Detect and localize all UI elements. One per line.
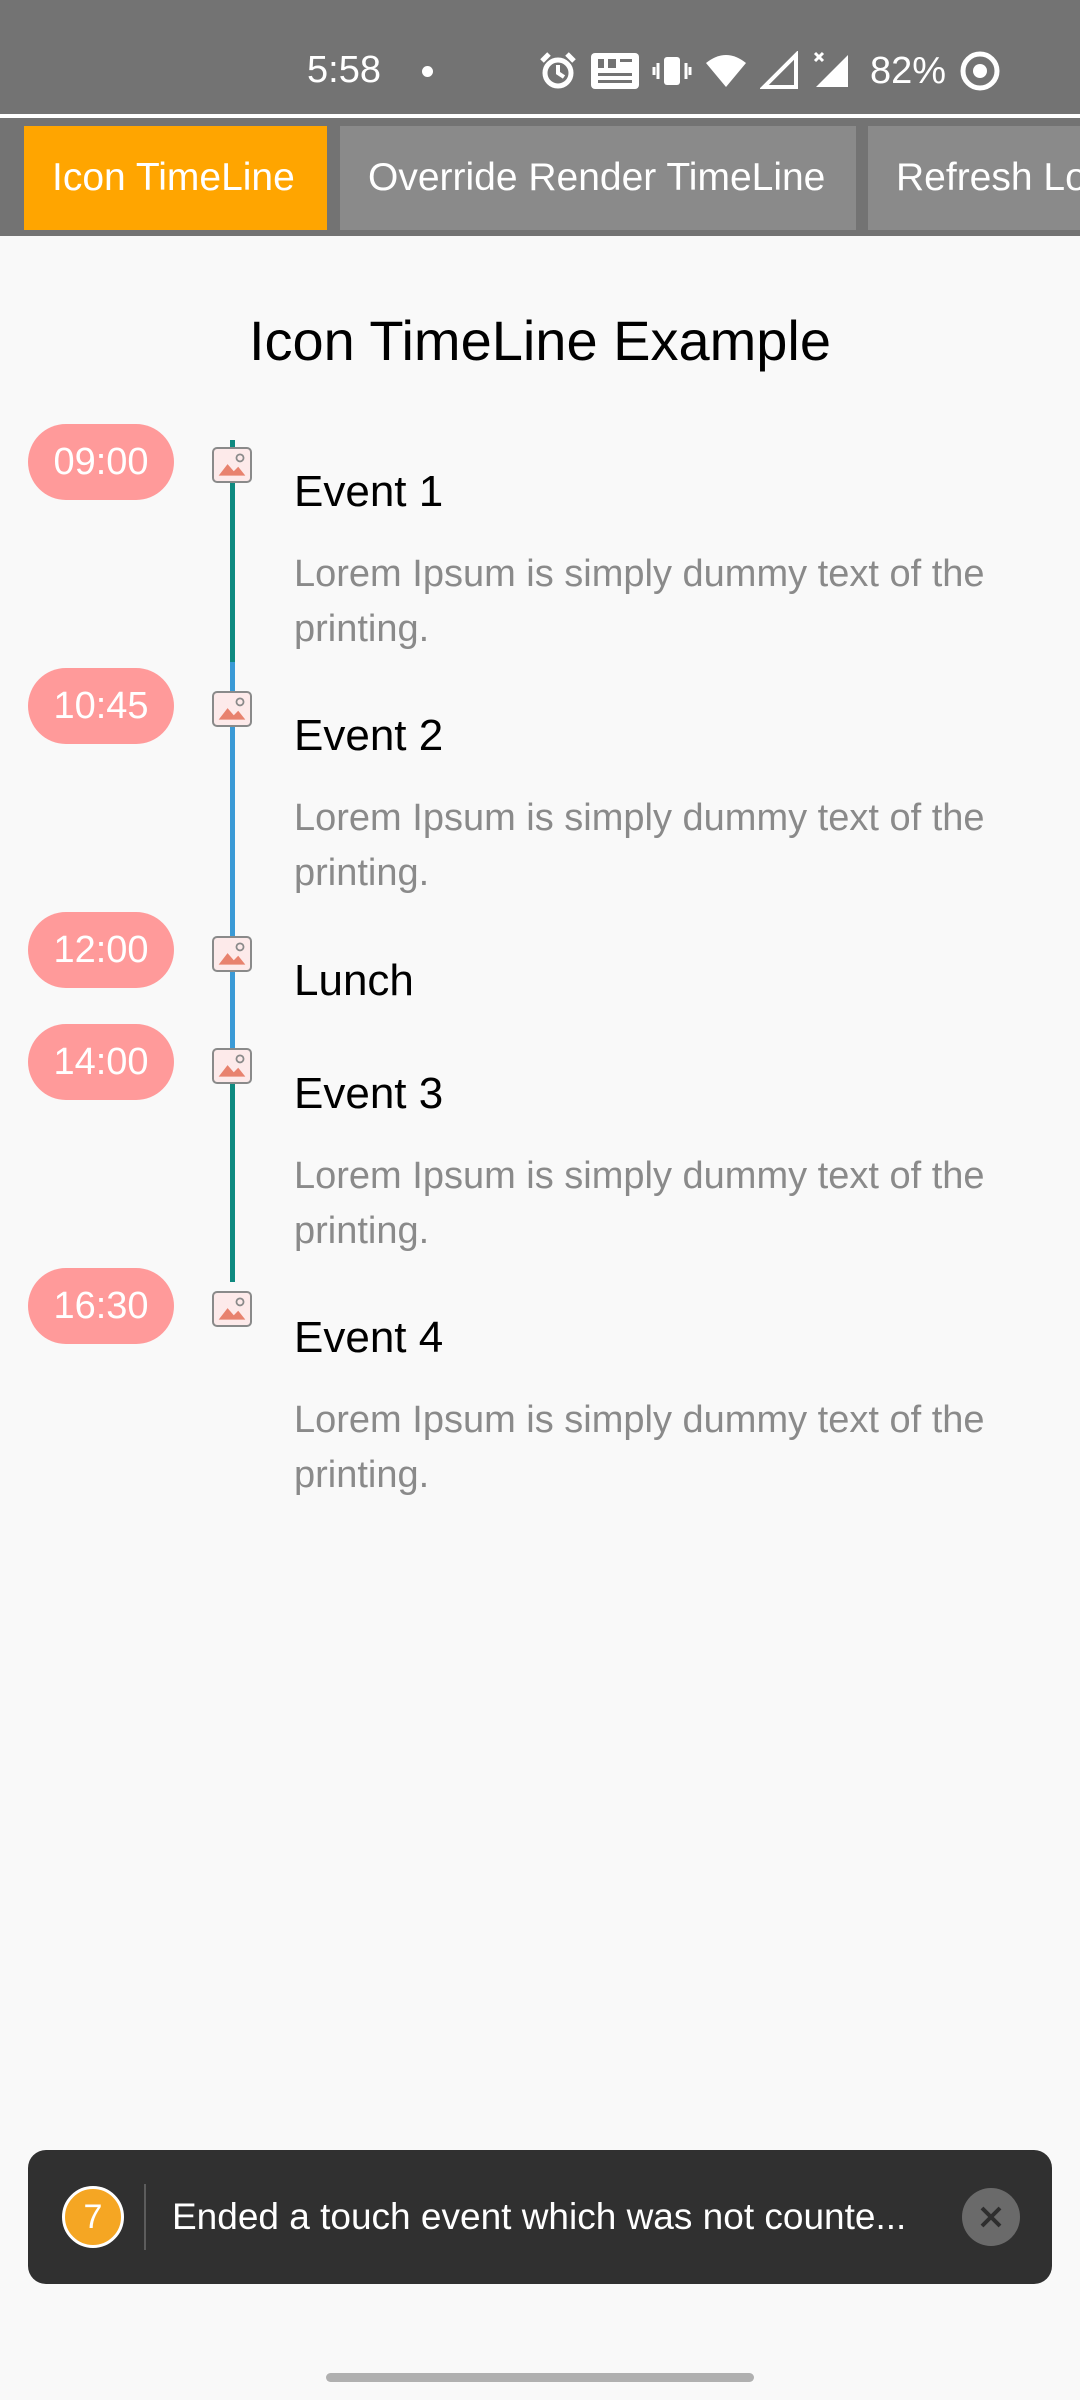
- image-placeholder-icon: [212, 1291, 252, 1327]
- toast-count-badge: 7: [62, 2186, 124, 2248]
- tab-bar: Icon TimeLine Override Render TimeLine R…: [0, 114, 1080, 236]
- event-title: Event 3: [294, 1069, 444, 1118]
- alarm-icon: [540, 52, 576, 89]
- status-icons: 82%: [538, 48, 1002, 94]
- event-description: Lorem Ipsum is simply dummy text of the …: [294, 1399, 985, 1496]
- time-pill: 12:00: [28, 912, 174, 988]
- toast-notification[interactable]: 7 Ended a touch event which was not coun…: [28, 2150, 1052, 2284]
- volte-icon: [591, 53, 639, 89]
- image-placeholder-icon: [212, 936, 252, 972]
- event-title: Event 2: [294, 711, 444, 760]
- time-pill: 09:00: [28, 424, 174, 500]
- event-title: Event 1: [294, 467, 444, 516]
- home-indicator[interactable]: [326, 2373, 754, 2382]
- time-pill: 10:45: [28, 668, 174, 744]
- wifi-icon: [706, 55, 746, 87]
- timeline-line-segment: [230, 1050, 235, 1282]
- image-placeholder-icon: [212, 691, 252, 727]
- status-bar: 5:58 82%: [0, 0, 1080, 114]
- event-description: Lorem Ipsum is simply dummy text of the …: [294, 797, 985, 894]
- status-time: 5:58: [307, 49, 381, 91]
- tab-refresh[interactable]: Refresh Lo: [868, 126, 1080, 230]
- time-pill: 14:00: [28, 1024, 174, 1100]
- image-placeholder-icon: [212, 1048, 252, 1084]
- tab-icon-timeline[interactable]: Icon TimeLine: [24, 126, 327, 230]
- event-title: Event 4: [294, 1313, 444, 1362]
- vibrate-icon: [652, 57, 692, 85]
- timeline-line-segment: [230, 962, 235, 1050]
- close-icon[interactable]: [962, 2188, 1020, 2246]
- signal-icon: [760, 51, 798, 89]
- signal-x-icon: [813, 51, 848, 87]
- tab-override-render-timeline[interactable]: Override Render TimeLine: [340, 126, 856, 230]
- toast-message: Ended a touch event which was not counte…: [172, 2196, 907, 2237]
- event-description: Lorem Ipsum is simply dummy text of the …: [294, 1155, 985, 1252]
- battery-ring-icon: [960, 51, 1000, 91]
- image-placeholder-icon: [212, 447, 252, 483]
- toast-divider: [144, 2184, 146, 2250]
- page-title: Icon TimeLine Example: [248, 309, 832, 372]
- close-x-icon: [980, 2206, 1002, 2228]
- event-title: Lunch: [294, 956, 414, 1005]
- notification-dot-icon: [422, 66, 433, 77]
- event-description: Lorem Ipsum is simply dummy text of the …: [294, 553, 985, 650]
- time-pill: 16:30: [28, 1268, 174, 1344]
- battery-percent: 82%: [870, 50, 947, 92]
